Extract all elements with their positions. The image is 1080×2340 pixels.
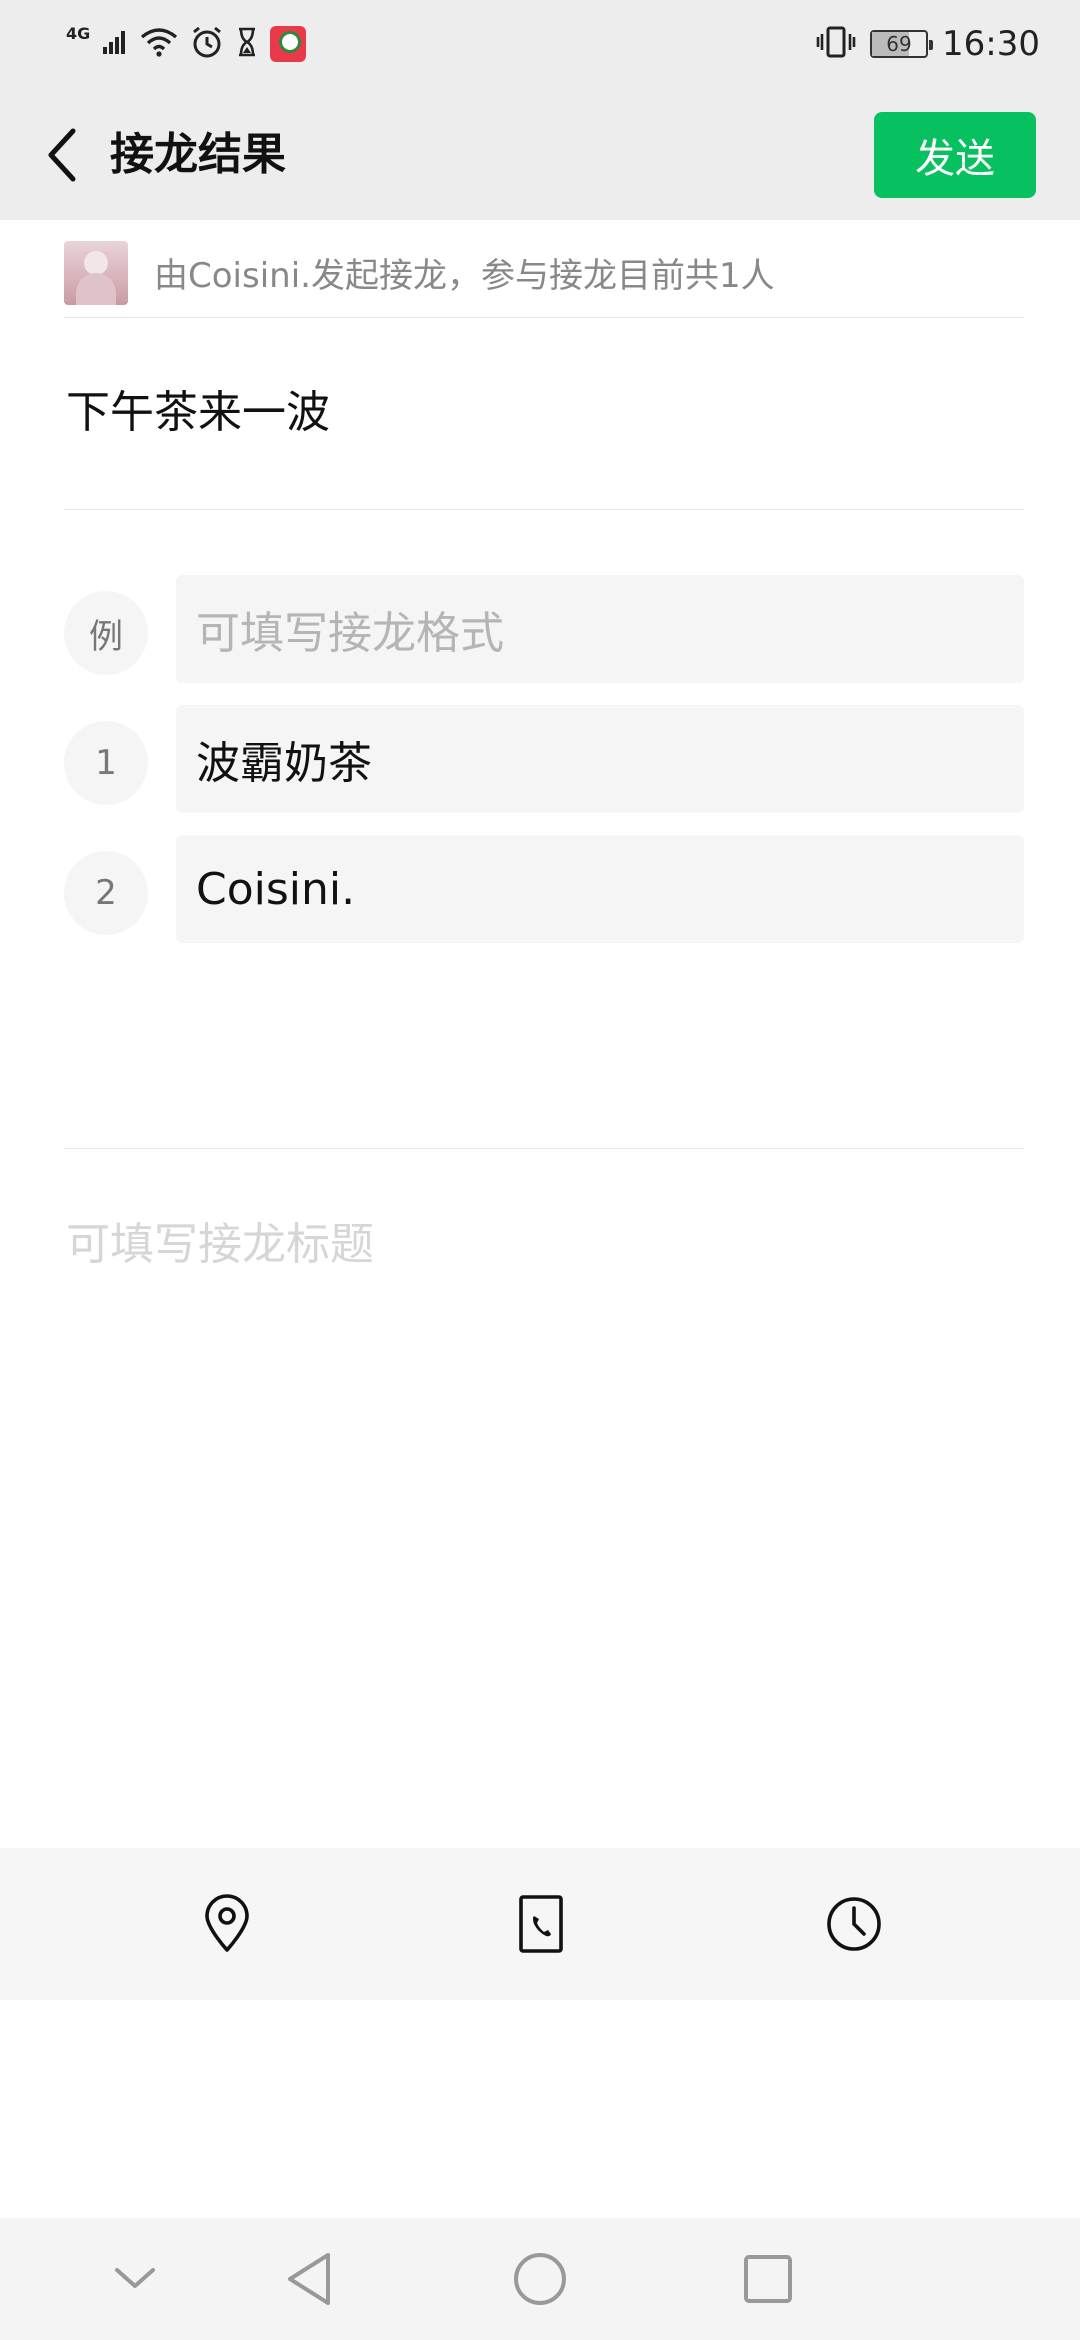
system-nav-bar [0,2218,1080,2340]
battery-level: 69 [886,32,912,56]
entry-input[interactable]: 波霸奶茶 [176,705,1024,813]
chevron-left-icon [48,128,76,182]
initiator-text: 由Coisini.发起接龙，参与接龙目前共1人 [154,256,775,296]
topic-section[interactable]: 下午茶来一波 [64,318,1024,510]
divider [64,1148,1024,1149]
wifi-icon [140,27,178,61]
hourglass-icon [236,27,258,61]
entry-row: 2 Coisini. [64,835,1024,943]
send-button[interactable]: 发送 [874,112,1036,198]
battery-icon: 69 [870,30,934,58]
status-right: 69 16:30 [816,22,1040,66]
entry-format-input[interactable]: 可填写接龙格式 [176,575,1024,683]
entry-list: 例 可填写接龙格式 1 波霸奶茶 2 Coisini. [64,575,1024,965]
app-badge-icon [270,26,307,62]
contact-button[interactable] [511,1894,571,1954]
initiator-row: 由Coisini.发起接龙，参与接龙目前共1人 [64,228,1024,318]
bottom-toolbar [0,1848,1080,2000]
nav-bar: 接龙结果 发送 [0,90,1080,220]
location-button[interactable] [197,1894,257,1954]
avatar[interactable] [64,240,128,305]
nav-back-button[interactable] [272,2242,346,2316]
page-title: 接龙结果 [110,129,286,180]
status-bar: 4G 69 16:30 [0,0,1080,90]
location-pin-icon [205,1894,249,1952]
time-button[interactable] [824,1894,884,1954]
back-button[interactable] [28,120,98,190]
entry-number: 1 [64,721,148,805]
entry-number: 例 [64,591,148,675]
entry-input[interactable]: Coisini. [176,835,1024,943]
home-circle-icon [514,2253,566,2305]
clock-icon [827,1897,881,1951]
signal-icon [102,29,128,59]
entry-example: 例 可填写接龙格式 [64,575,1024,683]
nav-home-button[interactable] [503,2242,577,2316]
topic-text[interactable]: 下午茶来一波 [66,376,330,440]
entry-number: 2 [64,851,148,935]
clock-time: 16:30 [942,24,1040,64]
back-triangle-icon [288,2253,330,2305]
network-type: 4G [66,24,91,43]
nav-recents-button[interactable] [731,2242,805,2316]
hide-keyboard-button[interactable] [98,2242,172,2316]
entry-row: 1 波霸奶茶 [64,705,1024,813]
vibrate-icon [816,25,856,63]
phone-contact-icon [519,1895,563,1953]
status-left: 4G [66,22,307,66]
recents-square-icon [744,2255,792,2303]
alarm-icon [190,25,224,63]
title-input[interactable]: 可填写接龙标题 [66,1208,374,1272]
chevron-down-icon [115,2268,155,2288]
